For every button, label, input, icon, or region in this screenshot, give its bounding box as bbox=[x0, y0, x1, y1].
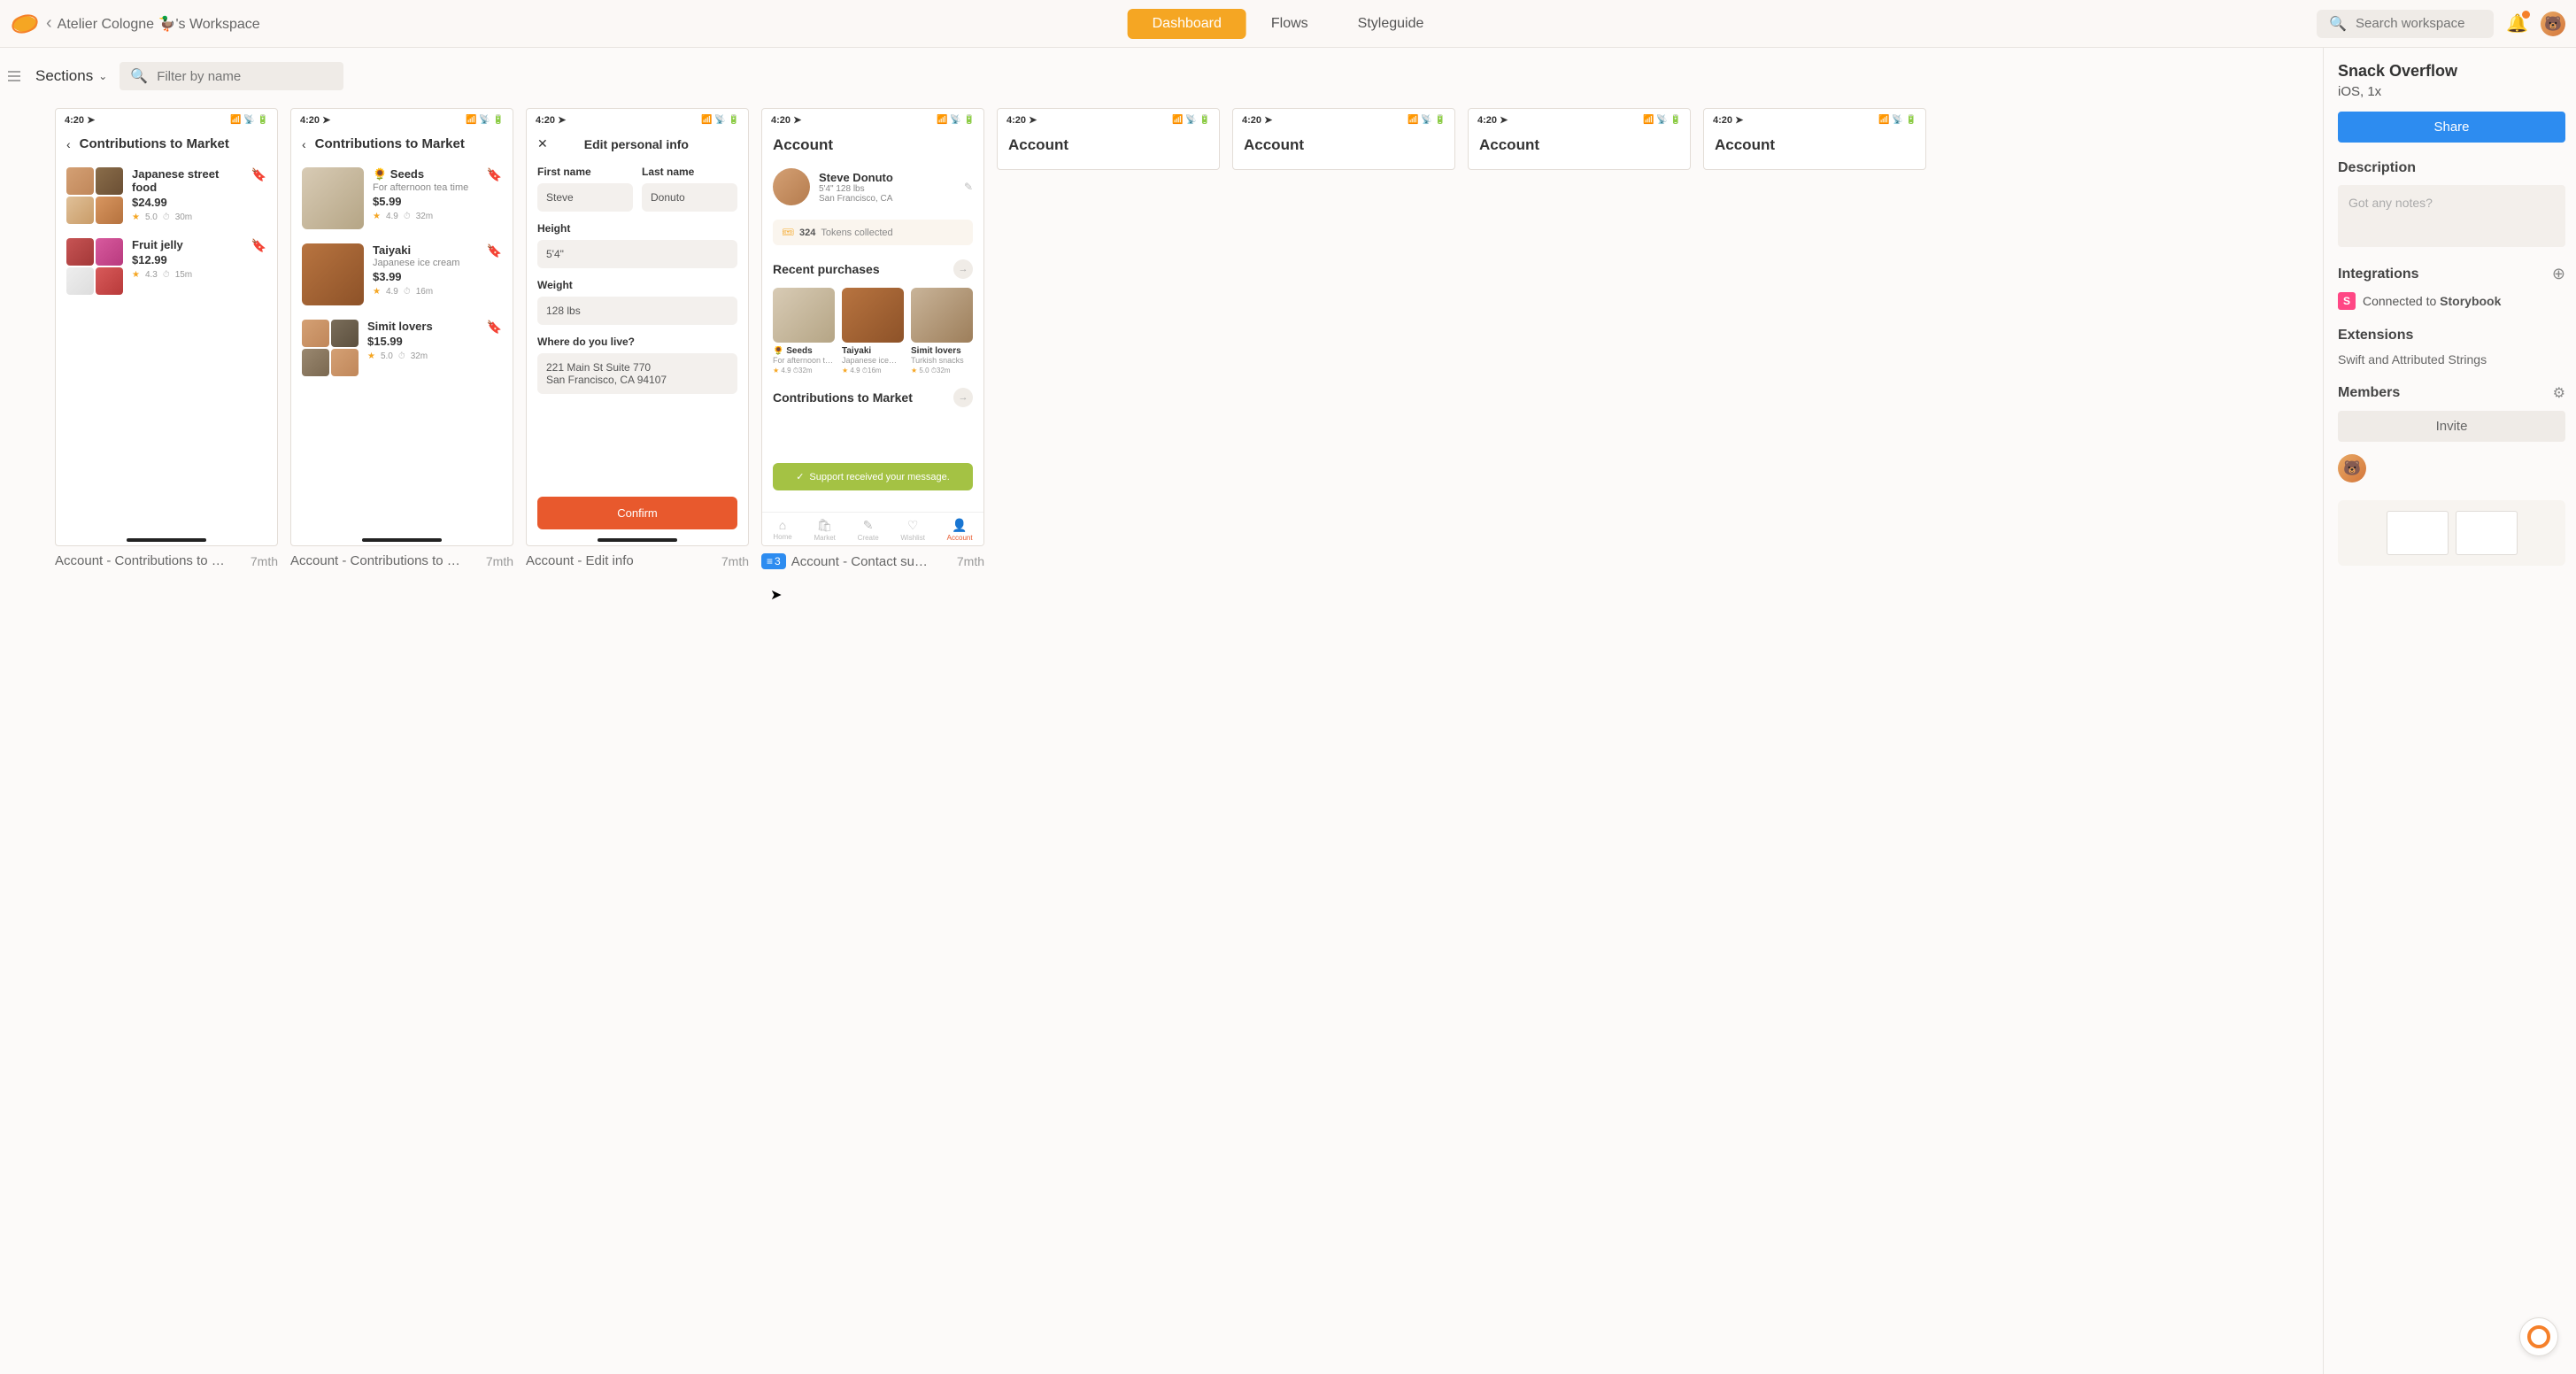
screen-thumbnail[interactable]: 4:20 ➤📶 📡 🔋 ‹ Contributions to Market 🌻 … bbox=[290, 108, 513, 546]
workspace-search[interactable]: 🔍 bbox=[2317, 10, 2494, 38]
invite-button[interactable]: Invite bbox=[2338, 411, 2565, 442]
arrow-right-icon: → bbox=[953, 259, 973, 279]
bookmark-icon: 🔖 bbox=[251, 167, 266, 224]
app-logo[interactable] bbox=[11, 12, 39, 36]
close-icon: ✕ bbox=[537, 136, 548, 151]
sections-dropdown[interactable]: Sections ⌄ bbox=[35, 67, 107, 85]
members-heading: Members bbox=[2338, 385, 2400, 401]
user-avatar[interactable]: 🐻 bbox=[2541, 12, 2565, 36]
back-icon: ‹ bbox=[302, 137, 306, 151]
list-item: Fruit jelly $12.99 ★4.3 ⏱15m 🔖 bbox=[56, 231, 277, 302]
member-avatar[interactable]: 🐻 bbox=[2338, 454, 2366, 482]
preview-area bbox=[2338, 500, 2565, 566]
canvas-toolbar: Sections ⌄ 🔍 bbox=[0, 62, 2323, 108]
home-icon: ⌂ bbox=[773, 518, 791, 532]
wishlist-icon: ♡ bbox=[900, 518, 925, 533]
search-input[interactable] bbox=[2356, 16, 2481, 31]
screen-label: Account - Contributions to … bbox=[55, 553, 245, 568]
screen-title: Contributions to Market bbox=[80, 136, 229, 151]
extensions-heading: Extensions bbox=[2338, 328, 2565, 344]
sections-label: Sections bbox=[35, 67, 93, 85]
list-item: Japanese street food $24.99 ★5.0 ⏱30m 🔖 bbox=[56, 160, 277, 231]
filter-box[interactable]: 🔍 bbox=[120, 62, 343, 90]
extension-item[interactable]: Swift and Attributed Strings bbox=[2338, 352, 2565, 367]
workspace-title[interactable]: Atelier Cologne 🦆's Workspace bbox=[58, 15, 260, 33]
filter-input[interactable] bbox=[157, 69, 333, 84]
add-integration-icon[interactable]: ⊕ bbox=[2552, 265, 2565, 283]
phone-status-bar: 4:20 ➤ 📶 📡 🔋 bbox=[56, 109, 277, 131]
search-icon: 🔍 bbox=[2329, 15, 2347, 33]
filter-search-icon: 🔍 bbox=[130, 67, 148, 85]
create-icon: ✎ bbox=[858, 518, 879, 533]
toast-message: ✓ Support received your message. bbox=[773, 463, 973, 490]
layers-badge[interactable]: ≡3 bbox=[761, 553, 786, 569]
notifications-icon[interactable]: 🔔 bbox=[2506, 12, 2528, 35]
screen-age: 7mth bbox=[251, 554, 278, 568]
description-heading: Description bbox=[2338, 160, 2565, 176]
canvas-area: Sections ⌄ 🔍 4:20 ➤ 📶 📡 🔋 ‹ Contribution… bbox=[0, 48, 2323, 1374]
life-ring-icon bbox=[2527, 1325, 2550, 1348]
arrow-right-icon: → bbox=[953, 388, 973, 407]
notes-input[interactable]: Got any notes? bbox=[2338, 185, 2565, 247]
ticket-icon: 🎟 bbox=[782, 227, 794, 238]
screen-thumbnail[interactable]: 4:20 ➤📶 📡 🔋Account bbox=[1468, 108, 1691, 170]
layers-icon: ≡ bbox=[767, 555, 773, 567]
screen-thumbnail[interactable]: 4:20 ➤📶 📡 🔋 ✕ Edit personal info First n… bbox=[526, 108, 749, 546]
project-platform: iOS, 1x bbox=[2338, 84, 2565, 99]
screen-thumbnail[interactable]: 4:20 ➤📶 📡 🔋Account bbox=[1703, 108, 1926, 170]
tab-flows[interactable]: Flows bbox=[1246, 9, 1333, 39]
right-panel: Snack Overflow iOS, 1x Share Description… bbox=[2323, 48, 2576, 1374]
project-title: Snack Overflow bbox=[2338, 62, 2565, 81]
nav-tabs: Dashboard Flows Styleguide bbox=[1128, 9, 1449, 39]
settings-icon[interactable]: ⚙ bbox=[2553, 384, 2565, 402]
check-icon: ✓ bbox=[796, 471, 804, 482]
sections-icon[interactable] bbox=[7, 68, 23, 84]
share-button[interactable]: Share bbox=[2338, 112, 2565, 143]
screen-thumbnail[interactable]: 4:20 ➤📶 📡 🔋Account bbox=[997, 108, 1220, 170]
storybook-icon: S bbox=[2338, 292, 2356, 310]
tab-dashboard[interactable]: Dashboard bbox=[1128, 9, 1246, 39]
bookmark-icon: 🔖 bbox=[251, 238, 266, 295]
integrations-heading: Integrations bbox=[2338, 266, 2419, 282]
screen-thumbnail[interactable]: 4:20 ➤📶 📡 🔋Account bbox=[1232, 108, 1455, 170]
screen-thumbnail[interactable]: 4:20 ➤📶 📡 🔋 Account Steve Donuto 5'4" 12… bbox=[761, 108, 984, 546]
back-icon: ‹ bbox=[66, 137, 71, 151]
integration-item[interactable]: S Connected to Storybook bbox=[2338, 292, 2565, 310]
confirm-button: Confirm bbox=[537, 497, 737, 529]
back-chevron-icon[interactable]: ‹ bbox=[46, 13, 52, 34]
top-header: ‹ Atelier Cologne 🦆's Workspace Dashboar… bbox=[0, 0, 2576, 48]
market-icon: 🛍 bbox=[814, 518, 835, 533]
help-button[interactable] bbox=[2519, 1317, 2558, 1356]
profile-avatar bbox=[773, 168, 810, 205]
account-icon: 👤 bbox=[947, 518, 973, 533]
chevron-down-icon: ⌄ bbox=[98, 70, 107, 82]
tab-styleguide[interactable]: Styleguide bbox=[1333, 9, 1449, 39]
screen-thumbnail[interactable]: 4:20 ➤ 📶 📡 🔋 ‹ Contributions to Market J… bbox=[55, 108, 278, 546]
edit-icon: ✎ bbox=[964, 181, 973, 193]
screens-grid: 4:20 ➤ 📶 📡 🔋 ‹ Contributions to Market J… bbox=[0, 108, 2323, 569]
